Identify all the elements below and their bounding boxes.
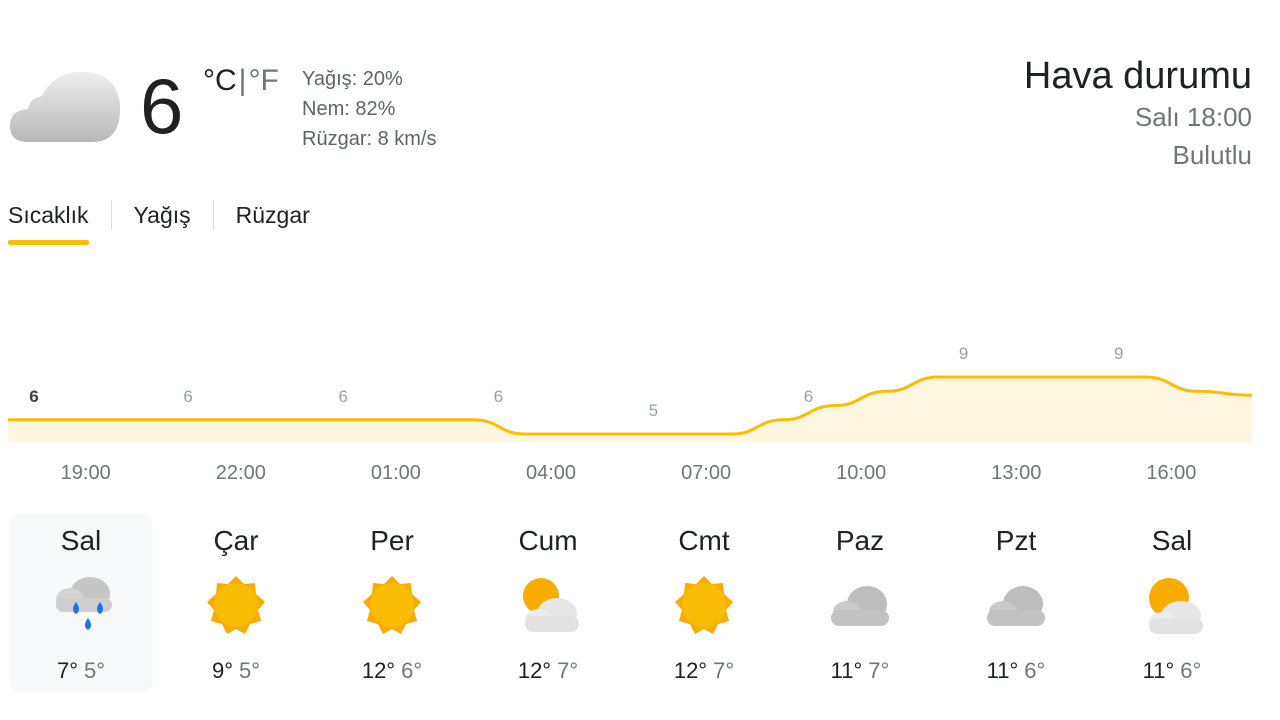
chart-point-label: 6 xyxy=(338,387,347,406)
day-high: 11° xyxy=(986,658,1019,683)
tab-temperature[interactable]: Sıcaklık xyxy=(8,196,89,247)
day-low: 6° xyxy=(1180,658,1202,683)
precipitation-text: Yağış: 20% xyxy=(302,68,403,90)
day-low: 5° xyxy=(84,658,106,683)
day-temperatures: 12° 7° xyxy=(633,658,775,684)
current-temperature: 6 xyxy=(140,62,184,150)
partly-cloudy-icon xyxy=(1149,578,1203,634)
current-time: Salı 18:00 xyxy=(1134,102,1252,132)
day-low: 7° xyxy=(868,658,890,683)
day-card[interactable]: Paz 11° 7° xyxy=(789,514,931,692)
day-card[interactable]: Pzt 11° 6° xyxy=(945,514,1087,692)
cloud-icon xyxy=(10,72,121,142)
hour-tick-label: 22:00 xyxy=(215,462,266,484)
hour-tick-label: 07:00 xyxy=(681,462,732,484)
hour-tick-label: 16:00 xyxy=(1146,462,1197,484)
day-high: 7° xyxy=(56,658,78,683)
day-high: 12° xyxy=(361,658,396,683)
day-high: 12° xyxy=(517,658,552,683)
chart-area xyxy=(8,377,1252,442)
tab-divider xyxy=(110,200,112,230)
cloud-icon xyxy=(831,586,889,626)
day-name: Sal xyxy=(60,525,102,556)
wind-text: Rüzgar: 8 km/s xyxy=(302,128,437,150)
day-temperatures: 9° 5° xyxy=(165,658,307,684)
unit-toggle: °C|°F xyxy=(203,64,279,98)
day-name: Paz xyxy=(835,525,885,556)
hour-tick-label: 10:00 xyxy=(836,462,887,484)
day-low: 7° xyxy=(713,658,735,683)
chart-point-label: 6 xyxy=(183,387,192,406)
chart-point-label: 6 xyxy=(494,387,503,406)
day-name: Cum xyxy=(518,525,578,556)
weather-header: Hava durumu Salı 18:00 Bulutlu xyxy=(1024,54,1252,174)
day-temperatures: 12° 6° xyxy=(321,658,463,684)
chart-point-label: 9 xyxy=(1114,344,1123,363)
rain-cloud-icon xyxy=(56,577,112,630)
day-low: 6° xyxy=(401,658,423,683)
day-low: 6° xyxy=(1024,658,1046,683)
current-condition: Bulutlu xyxy=(1172,140,1253,170)
day-name: Pzt xyxy=(995,525,1037,556)
sun-icon xyxy=(207,576,265,634)
chart-point-label: 5 xyxy=(649,401,658,420)
tab-wind[interactable]: Rüzgar xyxy=(236,196,310,247)
day-low: 7° xyxy=(557,658,579,683)
day-temperatures: 11° 6° xyxy=(945,658,1087,684)
temperature-chart: 6 6 6 6 5 6 9 9 xyxy=(8,344,1253,442)
day-high: 12° xyxy=(673,658,708,683)
fahrenheit-unit[interactable]: °F xyxy=(248,64,278,97)
chart-point-label: 6 xyxy=(804,387,813,406)
cloud-icon xyxy=(987,586,1045,626)
day-name: Cmt xyxy=(678,525,730,556)
hour-tick-label: 13:00 xyxy=(991,462,1042,484)
day-card[interactable]: Per 12° 6° xyxy=(321,514,463,692)
celsius-unit[interactable]: °C xyxy=(203,64,237,97)
chart-point-label: 9 xyxy=(959,344,968,363)
humidity-text: Nem: 82% xyxy=(302,98,396,120)
hour-axis: 19:00 22:00 01:00 04:00 07:00 10:00 13:00 16:00 xyxy=(0,462,1280,492)
tab-precipitation[interactable]: Yağış xyxy=(134,196,191,247)
day-low: 5° xyxy=(239,658,261,683)
day-name: Per xyxy=(370,525,414,556)
day-name: Sal xyxy=(1151,525,1193,556)
daily-forecast: Sal 7° 5° Çar 9° 5° Per 12° 6° Cum 12° 7… xyxy=(10,514,1260,694)
chart-point-label: 6 xyxy=(29,387,38,406)
tab-divider xyxy=(212,200,214,230)
hour-tick-label: 01:00 xyxy=(370,462,421,484)
day-temperatures: 11° 6° xyxy=(1101,658,1243,684)
day-card[interactable]: Sal 11° 6° xyxy=(1101,514,1243,692)
day-card[interactable]: Cum 12° 7° xyxy=(477,514,619,692)
weather-details: Yağış: 20% Nem: 82% Rüzgar: 8 km/s xyxy=(302,64,436,154)
day-high: 11° xyxy=(1142,658,1175,683)
day-card[interactable]: Çar 9° 5° xyxy=(165,514,307,692)
chart-tabs: Sıcaklık Yağış Rüzgar xyxy=(8,196,310,247)
day-card[interactable]: Sal 7° 5° xyxy=(10,514,152,692)
hour-tick-label: 19:00 xyxy=(60,462,111,484)
day-temperatures: 7° 5° xyxy=(10,658,152,684)
day-temperatures: 12° 7° xyxy=(477,658,619,684)
page-title: Hava durumu xyxy=(1023,55,1252,97)
partly-cloudy-icon xyxy=(523,578,579,632)
day-temperatures: 11° 7° xyxy=(789,658,931,684)
unit-separator: | xyxy=(238,64,247,97)
hour-tick-label: 04:00 xyxy=(525,462,577,484)
day-card[interactable]: Cmt 12° 7° xyxy=(633,514,775,692)
sun-icon xyxy=(363,576,421,634)
sun-icon xyxy=(675,576,733,634)
day-high: 9° xyxy=(211,658,233,683)
day-name: Çar xyxy=(213,525,259,556)
day-high: 11° xyxy=(830,658,863,683)
